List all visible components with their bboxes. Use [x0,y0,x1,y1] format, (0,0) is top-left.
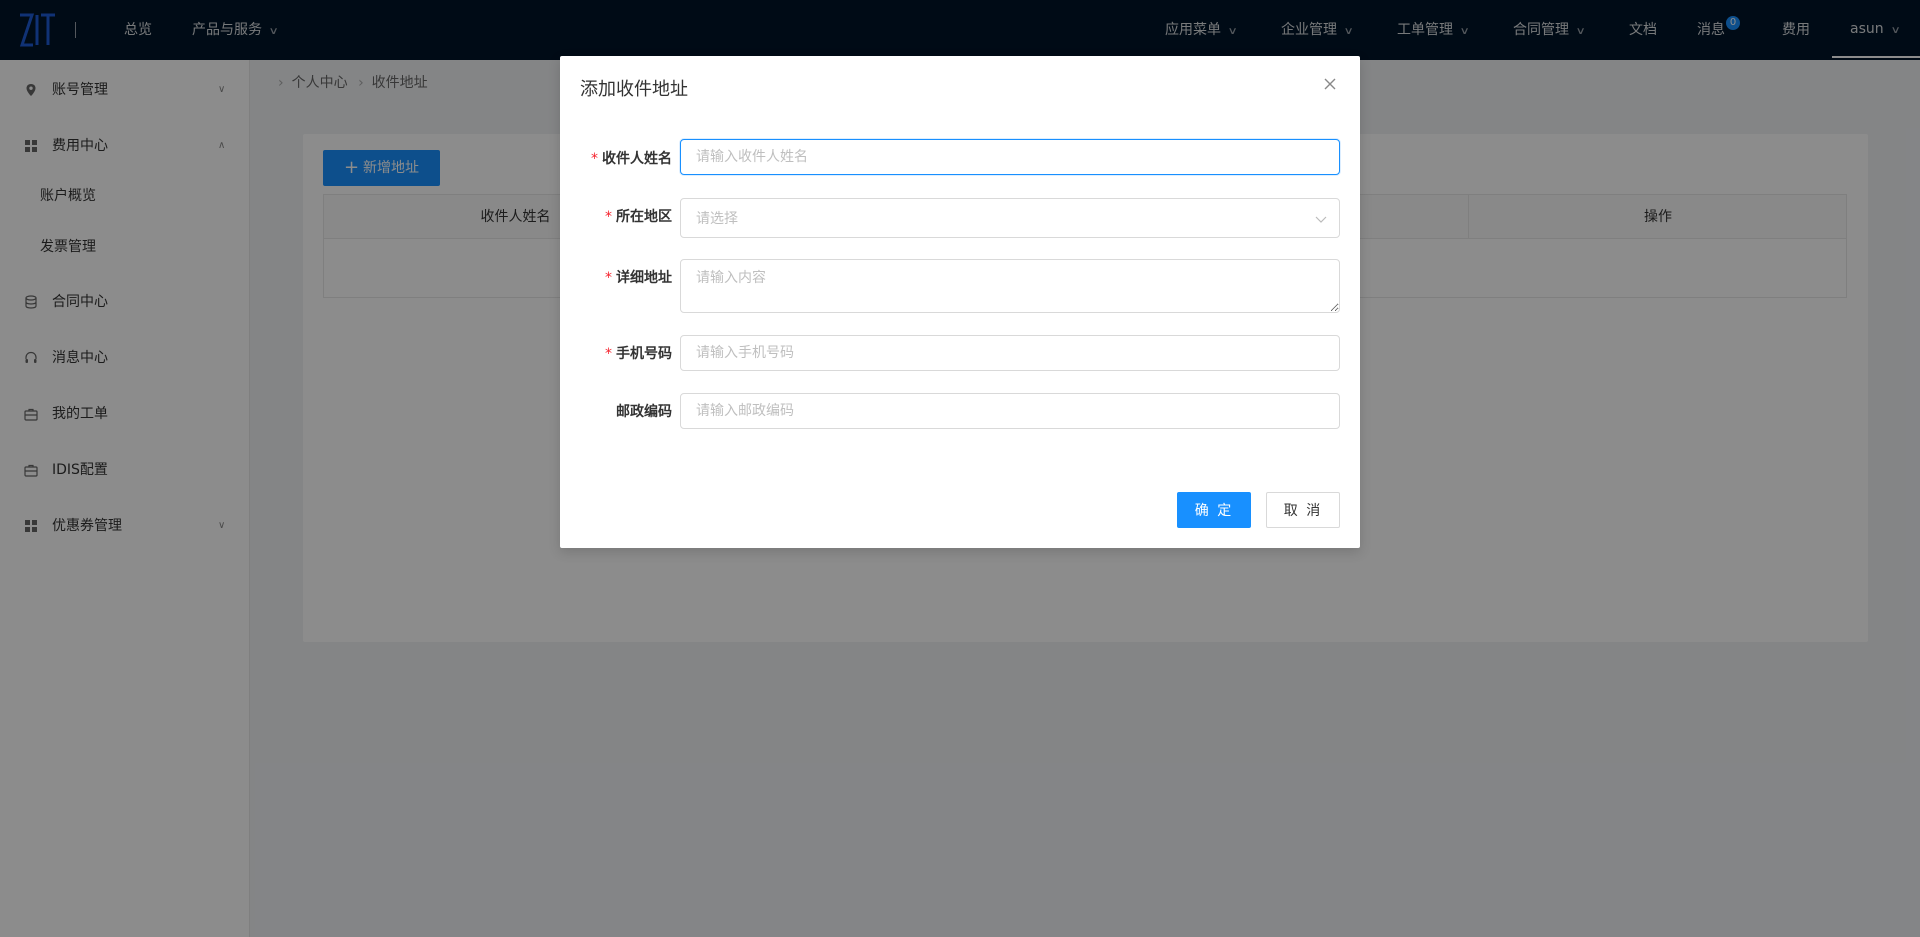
zip-field-label: 邮政编码 [616,404,672,420]
zip-input[interactable] [680,393,1340,429]
cancel-button[interactable]: 取 消 [1266,492,1340,528]
chevron-down-icon [1315,216,1327,223]
phone-field-label: * 手机号码 [605,346,672,362]
dialog-title: 添加收件地址 [580,79,688,100]
detail-address-textarea[interactable] [680,259,1340,313]
region-select[interactable]: 请选择 [680,198,1340,238]
region-select-placeholder: 请选择 [696,211,738,227]
add-address-dialog: 添加收件地址 *收件人姓名 *所在地区 请选择 *详细地址 *手机号码 邮政编码… [560,56,1360,548]
region-field-label: * 所在地区 [605,209,672,225]
name-field-label: * 收件人姓名 [591,151,672,167]
address-field-label: * 详细地址 [605,270,672,286]
recipient-name-input[interactable] [680,139,1340,175]
phone-input[interactable] [680,335,1340,371]
close-icon[interactable] [1322,76,1338,92]
confirm-button[interactable]: 确 定 [1177,492,1251,528]
